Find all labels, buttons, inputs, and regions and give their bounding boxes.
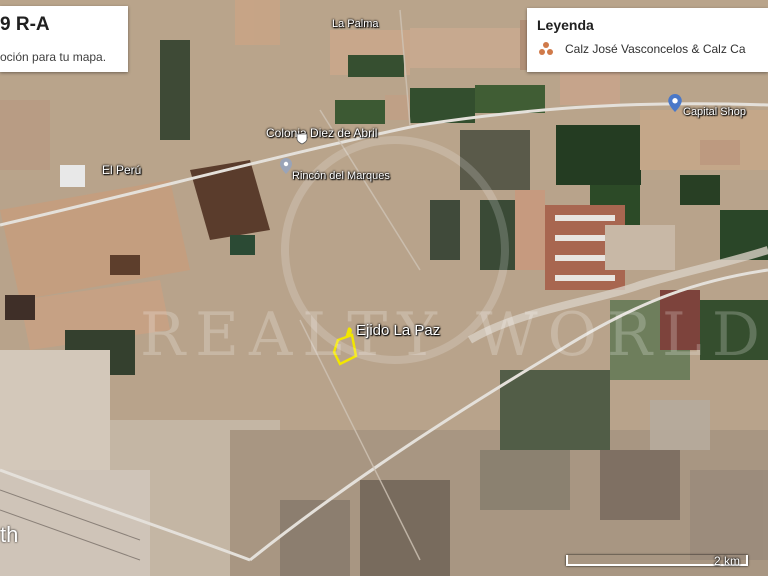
map-pin-icon[interactable]: [280, 158, 292, 174]
project-panel[interactable]: 9 R-A oción para tu mapa.: [0, 6, 128, 72]
shop-pin-icon[interactable]: [668, 94, 682, 112]
road-shield-icon: [296, 133, 308, 145]
project-title: 9 R-A: [0, 14, 50, 35]
label-el-peru: El Perú: [102, 163, 142, 177]
label-la-palma: La Palma: [332, 18, 379, 30]
satellite-map[interactable]: [0, 0, 768, 576]
legend-panel[interactable]: Leyenda Calz José Vasconcelos & Calz Ca: [527, 8, 768, 72]
legend-title: Leyenda: [537, 17, 594, 33]
scale-label: 2 km: [714, 554, 741, 568]
label-colonia: Colonia Diez de Abril: [266, 126, 378, 140]
label-capital-shop: Capital Shop: [683, 106, 746, 118]
three-dot-cluster-icon: [539, 42, 553, 55]
watermark: REALTY WORLD: [140, 300, 768, 370]
legend-item-label[interactable]: Calz José Vasconcelos & Calz Ca: [565, 42, 746, 56]
brand-corner-text: th: [0, 522, 19, 547]
project-subtitle: oción para tu mapa.: [0, 50, 107, 64]
label-rincon: Rincón del Marques: [292, 170, 390, 182]
